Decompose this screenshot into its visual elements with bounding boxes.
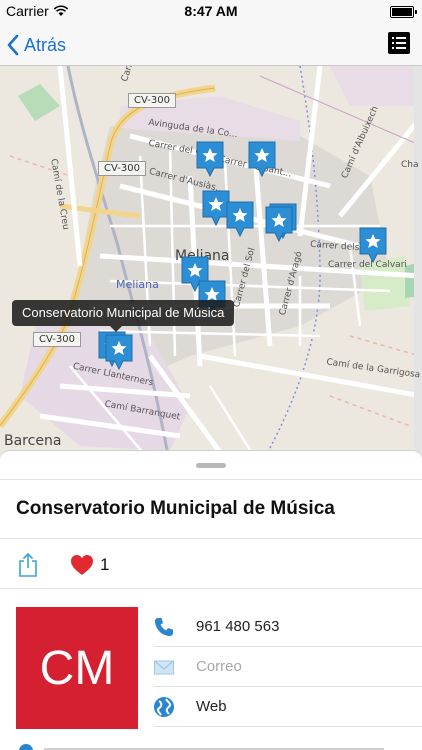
phone-row[interactable]: 961 480 563 <box>153 607 422 647</box>
map-callout[interactable]: Conservatorio Municipal de Música <box>12 300 235 332</box>
list-view-button[interactable] <box>388 32 410 54</box>
map-pin[interactable] <box>358 226 388 266</box>
detail-sheet: Conservatorio Municipal de Música 1 CM 9… <box>0 450 422 750</box>
map-view[interactable]: CV-300 CV-300 CV-300 Carrer dels Periodi… <box>0 66 422 466</box>
station-label: Meliana <box>116 278 159 291</box>
heart-icon <box>71 555 93 575</box>
sheet-grabber[interactable] <box>196 463 226 468</box>
back-button[interactable]: Atrás <box>6 30 66 60</box>
road-badge: CV-300 <box>128 93 176 108</box>
phone-icon <box>155 618 173 636</box>
battery-icon <box>390 6 417 18</box>
web-text: Web <box>196 698 227 715</box>
map-pin-selected[interactable] <box>104 333 134 373</box>
road-badge: CV-300 <box>98 161 146 176</box>
logo-text: CM <box>39 641 115 695</box>
place-logo: CM <box>16 607 138 729</box>
status-time: 8:47 AM <box>184 3 238 19</box>
mail-icon <box>154 660 174 675</box>
web-row[interactable]: Web <box>153 687 422 727</box>
list-icon <box>392 37 406 49</box>
nav-bar: Atrás <box>0 24 422 66</box>
phone-text: 961 480 563 <box>196 618 280 635</box>
map-pin[interactable] <box>247 140 277 180</box>
town-label: Barcena <box>4 433 62 449</box>
status-bar: Carrier 8:47 AM <box>0 0 422 24</box>
chevron-left-icon <box>7 34 19 56</box>
street-label: Cha <box>401 160 419 170</box>
like-button[interactable]: 1 <box>70 553 109 577</box>
like-count: 1 <box>100 555 110 574</box>
road-badge: CV-300 <box>33 332 81 347</box>
map-pin[interactable] <box>195 140 225 180</box>
map-pin[interactable] <box>264 205 294 245</box>
address-row-peek <box>19 744 384 750</box>
place-title: Conservatorio Municipal de Música <box>16 498 335 519</box>
email-row[interactable]: Correo <box>153 647 422 687</box>
share-icon[interactable] <box>16 552 40 578</box>
action-row: 1 <box>0 539 422 589</box>
email-text: Correo <box>196 658 242 675</box>
map-pin[interactable] <box>225 200 255 240</box>
title-row: Conservatorio Municipal de Música <box>0 479 422 539</box>
back-label: Atrás <box>24 34 67 55</box>
globe-icon <box>154 697 174 717</box>
